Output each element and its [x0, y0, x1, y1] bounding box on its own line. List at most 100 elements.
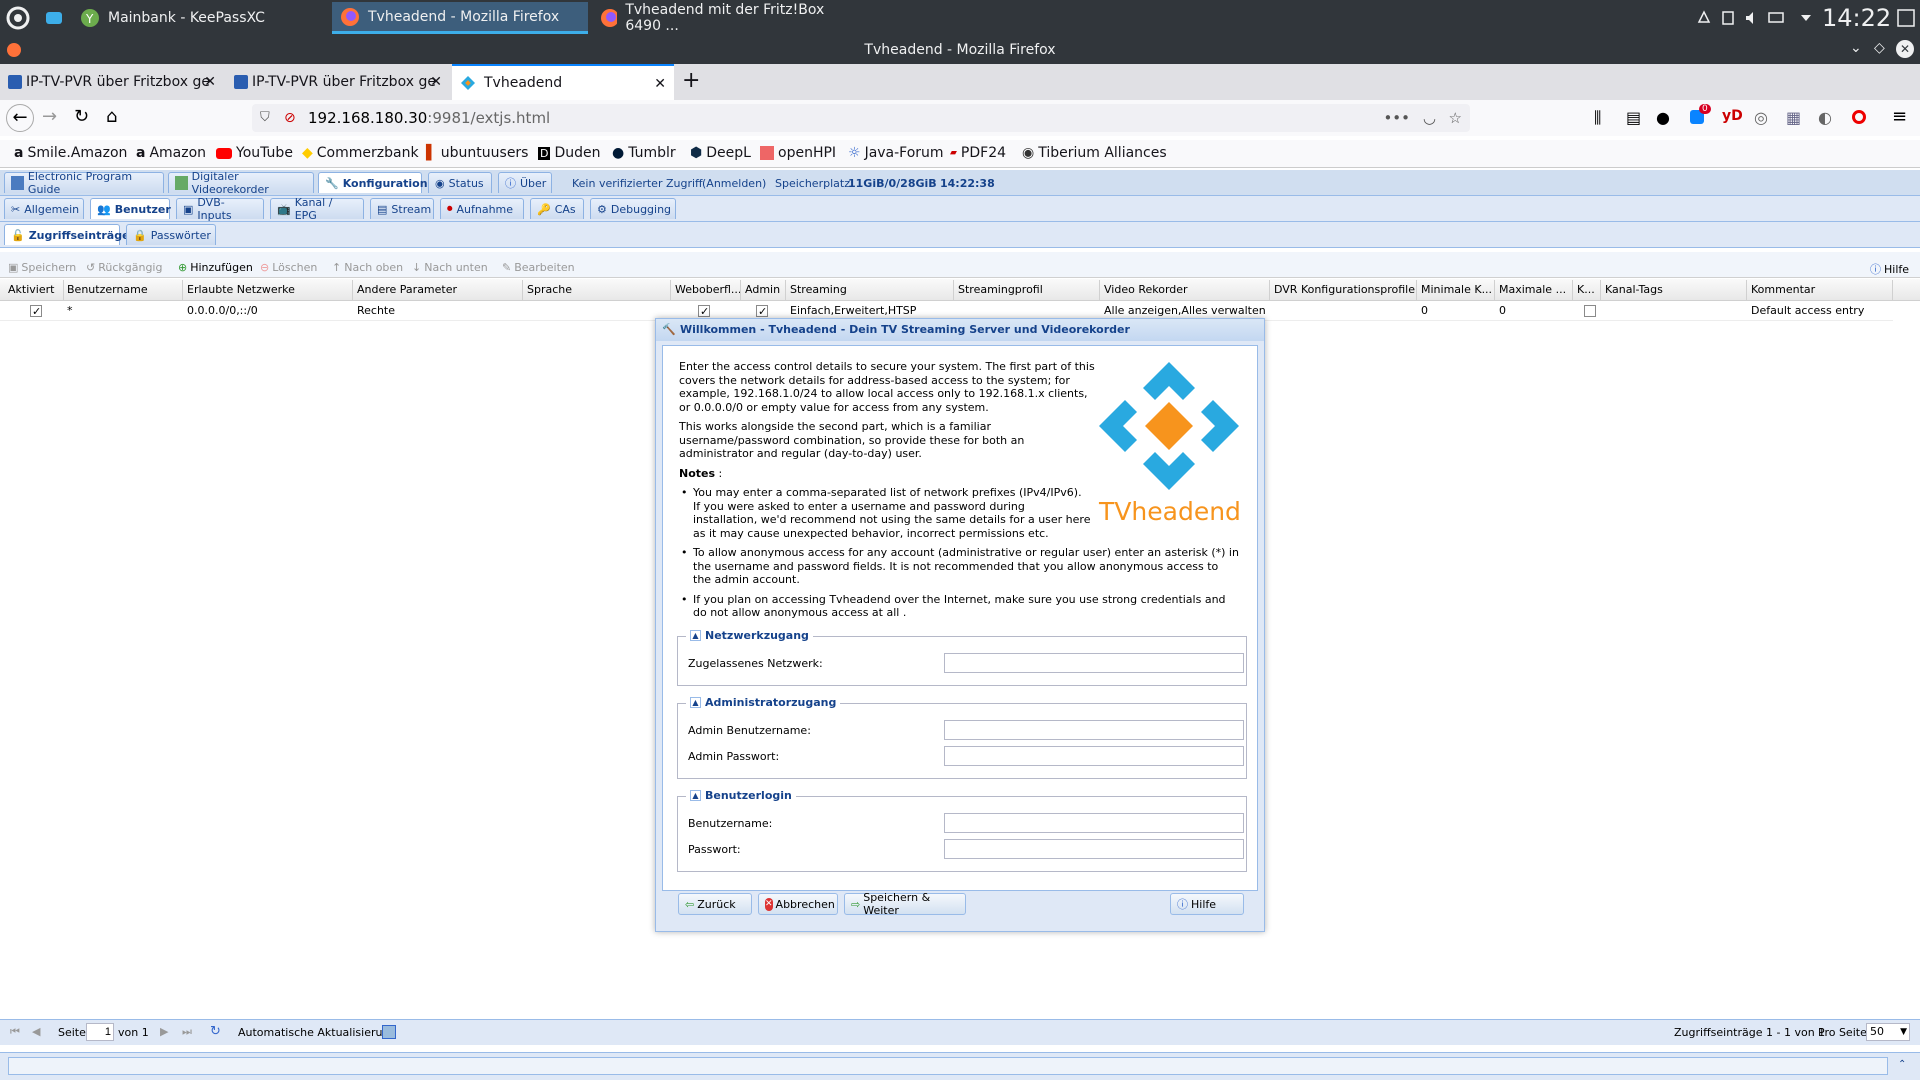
- help-button[interactable]: ⓘ Hilfe: [1870, 261, 1909, 277]
- tab-benutzer[interactable]: 👥 Benutzer: [90, 198, 171, 219]
- clock[interactable]: 14:22: [1822, 4, 1891, 32]
- prev-page-icon[interactable]: ◀: [32, 1025, 40, 1038]
- volume-icon[interactable]: [1744, 10, 1760, 26]
- column-header[interactable]: K...: [1573, 280, 1601, 300]
- task-keepassxc[interactable]: Y Mainbank - KeePassXC: [72, 2, 330, 34]
- bookmark-ubuntuusers[interactable]: ▌ ubuntuusers: [426, 145, 528, 161]
- back-button[interactable]: ⇦ Zurück: [678, 893, 752, 915]
- clipboard-icon[interactable]: [1720, 10, 1736, 26]
- column-header[interactable]: Maximale ...: [1495, 280, 1573, 300]
- per-page-select[interactable]: 50 ▼: [1866, 1023, 1910, 1041]
- user-legend[interactable]: ▲ Benutzerlogin: [686, 789, 796, 802]
- tab-close-icon[interactable]: ✕: [430, 74, 442, 90]
- kde-menu-icon[interactable]: [4, 4, 32, 32]
- auto-refresh-toggle[interactable]: [382, 1025, 396, 1039]
- back-icon[interactable]: ←: [6, 104, 34, 132]
- sidebar-icon[interactable]: ▤: [1626, 108, 1641, 127]
- allowed-network-input[interactable]: [944, 653, 1244, 673]
- window-maximize-icon[interactable]: ◇: [1874, 40, 1885, 56]
- login-link[interactable]: (Anmelden): [702, 177, 766, 190]
- tray-expand-icon[interactable]: [1798, 10, 1814, 26]
- browser-tab-active[interactable]: Tvheadend ✕: [452, 64, 674, 100]
- edit-button[interactable]: ✎ Bearbeiten: [502, 261, 575, 274]
- column-header[interactable]: Kanal-Tags: [1601, 280, 1747, 300]
- url-bar[interactable]: ⛉ ⊘ 192.168.180.30:9981/extjs.html ••• ◡…: [252, 104, 1470, 132]
- enabled-checkbox[interactable]: [26, 302, 42, 321]
- save-continue-button[interactable]: ⇨ Speichern & Weiter: [844, 891, 966, 917]
- task-firefox-fritzbox[interactable]: Tvheadend mit der Fritz!Box 6490 ...: [592, 2, 848, 34]
- tab-aufnahme[interactable]: ⏺ Aufnahme: [440, 198, 524, 219]
- bookmark-duden[interactable]: D Duden: [538, 145, 601, 161]
- tab-epg[interactable]: Electronic Program Guide: [4, 170, 164, 196]
- task-firefox-tvheadend[interactable]: Tvheadend - Mozilla Firefox: [332, 2, 588, 34]
- app-menu-icon[interactable]: ≡: [1892, 106, 1907, 127]
- account-icon[interactable]: ●: [1656, 108, 1670, 127]
- bookmark-java-forum[interactable]: ☼ Java-Forum: [848, 145, 944, 161]
- column-header[interactable]: Video Rekorder: [1100, 280, 1270, 300]
- column-header[interactable]: Streamingprofil: [954, 280, 1100, 300]
- bookmark-youtube[interactable]: YouTube: [216, 145, 293, 161]
- tab-stream[interactable]: ▤ Stream: [370, 198, 434, 219]
- tab-dvb-inputs[interactable]: ▣ DVB-Inputs: [176, 196, 264, 222]
- add-button[interactable]: ⊕ Hinzufügen: [178, 261, 253, 274]
- bookmark-tiberium[interactable]: ◉ Tiberium Alliances: [1022, 145, 1167, 161]
- bookmark-amazon[interactable]: a Amazon: [136, 145, 206, 161]
- column-header[interactable]: Erlaubte Netzwerke: [183, 280, 353, 300]
- checkbox[interactable]: [1584, 305, 1596, 317]
- insecure-lock-icon[interactable]: ⊘: [284, 104, 296, 132]
- move-down-button[interactable]: ↓ Nach unten: [412, 261, 488, 274]
- first-page-icon[interactable]: ⏮: [10, 1025, 20, 1039]
- move-up-button[interactable]: ↑ Nach oben: [332, 261, 403, 274]
- bookmark-commerzbank[interactable]: ◆ Commerzbank: [302, 145, 419, 161]
- password-input[interactable]: [944, 839, 1244, 859]
- dialog-title[interactable]: 🔨 Willkommen - Tvheadend - Dein TV Strea…: [656, 319, 1264, 341]
- tab-status[interactable]: ◉ Status: [428, 172, 492, 193]
- new-tab-icon[interactable]: +: [682, 68, 700, 93]
- last-page-icon[interactable]: ⏭: [182, 1025, 192, 1039]
- checkbox[interactable]: [698, 303, 710, 321]
- column-header[interactable]: Andere Parameter: [353, 280, 523, 300]
- home-icon[interactable]: ⌂: [106, 106, 117, 127]
- opera-extension-icon[interactable]: [1852, 110, 1866, 124]
- k-checkbox[interactable]: [1580, 302, 1596, 320]
- checkbox[interactable]: [756, 303, 768, 321]
- network-legend[interactable]: ▲ Netzwerkzugang: [686, 629, 813, 642]
- cancel-button[interactable]: ✕ Abbrechen: [758, 893, 838, 915]
- yd-extension-icon[interactable]: yD: [1722, 108, 1743, 124]
- column-header[interactable]: Benutzername: [63, 280, 183, 300]
- app-launcher-icon[interactable]: [44, 8, 64, 28]
- bookmark-deepl[interactable]: ⬢ DeepL: [690, 145, 751, 161]
- bookmark-smile-amazon[interactable]: a Smile.Amazon: [14, 145, 127, 161]
- column-header[interactable]: Sprache: [523, 280, 671, 300]
- delete-button[interactable]: ⊖ Löschen: [260, 261, 317, 274]
- column-header[interactable]: Minimale K...: [1417, 280, 1495, 300]
- admin-username-input[interactable]: [944, 720, 1244, 740]
- column-header[interactable]: Streaming: [786, 280, 954, 300]
- save-button[interactable]: ▣ Speichern: [8, 261, 76, 274]
- window-close-icon[interactable]: ✕: [1896, 40, 1914, 58]
- dialog-help-button[interactable]: ⓘ Hilfe: [1170, 893, 1244, 915]
- bookmark-star-icon[interactable]: ☆: [1449, 104, 1462, 132]
- collapse-icon[interactable]: ▲: [690, 790, 701, 801]
- column-header[interactable]: DVR Konfigurationsprofile: [1270, 280, 1417, 300]
- extension-icon[interactable]: ◎: [1754, 108, 1768, 127]
- show-desktop-icon[interactable]: [1896, 8, 1916, 28]
- tab-allgemein[interactable]: ✂ Allgemein: [4, 198, 84, 219]
- library-icon[interactable]: ⫼: [1594, 108, 1601, 128]
- tab-close-icon[interactable]: ✕: [654, 76, 666, 92]
- tab-cas[interactable]: 🔑 CAs: [530, 198, 584, 219]
- notification-icon[interactable]: [1696, 10, 1712, 26]
- tab-dvr[interactable]: Digitaler Videorekorder: [168, 170, 314, 196]
- column-header[interactable]: Weboberfl...: [671, 280, 741, 300]
- page-actions-icon[interactable]: •••: [1383, 104, 1410, 132]
- forward-icon[interactable]: →: [42, 106, 57, 127]
- tab-ueber[interactable]: ⓘ Über: [498, 172, 552, 193]
- admin-legend[interactable]: ▲ Administratorzugang: [686, 696, 841, 709]
- admin-password-input[interactable]: [944, 746, 1244, 766]
- bookmark-tumblr[interactable]: ● Tumblr: [612, 145, 676, 161]
- tab-debugging[interactable]: ⚙ Debugging: [590, 198, 676, 219]
- column-header[interactable]: Aktiviert: [4, 280, 64, 300]
- tab-konfiguration[interactable]: 🔧 Konfiguration: [318, 172, 428, 193]
- extension-icon[interactable]: ◐: [1818, 108, 1832, 127]
- pocket-icon[interactable]: ◡: [1423, 104, 1436, 132]
